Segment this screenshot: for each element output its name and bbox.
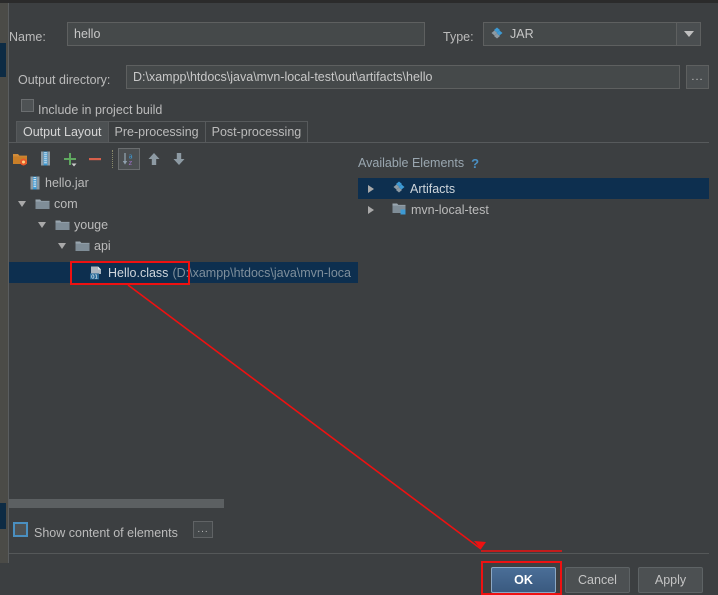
output-layout-toolbar: a z <box>9 145 355 172</box>
folder-icon <box>55 219 70 231</box>
available-elements-title: Available Elements <box>358 156 465 170</box>
toolbar-separator <box>112 149 113 168</box>
arrow-down-icon[interactable] <box>168 148 190 170</box>
chevron-down-icon <box>18 200 26 207</box>
chevron-down-icon <box>58 242 66 249</box>
tree-node-youge[interactable]: youge <box>9 214 358 235</box>
add-directory-icon[interactable] <box>9 148 31 170</box>
type-label-text: Type: <box>443 30 474 44</box>
chevron-right-icon <box>368 205 374 214</box>
include-in-project-build-label: Include in project build <box>38 99 258 121</box>
cancel-button[interactable]: Cancel <box>565 567 630 593</box>
available-elements-tree[interactable]: Artifacts mvn-local-test <box>358 172 709 492</box>
name-input[interactable]: hello <box>67 22 425 46</box>
tab-bottom-divider <box>9 142 709 143</box>
name-label: Name: <box>9 26 69 48</box>
chevron-right-icon <box>368 184 374 193</box>
tree-node-mvn-local-test[interactable]: mvn-local-test <box>358 199 709 220</box>
tree-twisty-collapsed[interactable] <box>364 205 378 214</box>
tree-twisty-collapsed[interactable] <box>364 184 378 193</box>
artifacts-icon <box>392 180 406 197</box>
tree-node-hello-class[interactable]: 01 Hello.class (D:\xampp\htdocs\java\mvn… <box>9 262 358 283</box>
include-in-project-build-checkbox[interactable] <box>21 99 34 112</box>
arrow-up-icon[interactable] <box>143 148 165 170</box>
help-icon[interactable]: ? <box>471 156 479 171</box>
tree-twisty-expanded[interactable] <box>35 221 49 228</box>
tab-pre-processing[interactable]: Pre-processing <box>107 121 206 142</box>
window-top-border <box>0 0 718 3</box>
class-icon: 01 <box>89 266 104 280</box>
apply-button[interactable]: Apply <box>638 567 703 593</box>
output-layout-tree[interactable]: hello.jar com youge api 01 Hello.class (… <box>9 172 358 492</box>
tree-node-label: com <box>54 196 78 211</box>
tree-node-api[interactable]: api <box>9 235 358 256</box>
artifact-configuration-dialog: Name: hello Type: JAR Output directory: … <box>0 0 718 595</box>
type-value: JAR <box>510 27 534 41</box>
ok-button[interactable]: OK <box>491 567 556 593</box>
footer-divider <box>9 553 709 554</box>
folder-icon <box>75 240 90 252</box>
name-label-text: Name: <box>9 30 46 44</box>
tree-node-hello-jar[interactable]: hello.jar <box>9 172 358 193</box>
tab-post-processing[interactable]: Post-processing <box>204 121 309 142</box>
plus-icon[interactable] <box>59 148 81 170</box>
output-directory-label-text: Output directory: <box>18 73 111 87</box>
window-left-gutter <box>0 3 8 563</box>
folder-icon <box>35 198 50 210</box>
show-content-of-elements-checkbox[interactable] <box>13 522 28 537</box>
svg-text:01: 01 <box>91 274 98 280</box>
browse-output-directory-button[interactable]: ... <box>686 65 709 89</box>
add-archive-icon[interactable] <box>34 148 56 170</box>
horizontal-scrollbar-thumb[interactable] <box>9 499 224 508</box>
show-content-options-button[interactable]: ... <box>193 521 213 538</box>
tree-twisty-expanded[interactable] <box>15 200 29 207</box>
tab-bar: Output Layout Pre-processing Post-proces… <box>16 121 309 142</box>
type-dropdown[interactable]: JAR <box>483 22 701 46</box>
tree-node-label: youge <box>74 217 109 232</box>
tab-output-layout[interactable]: Output Layout <box>16 121 109 142</box>
tree-node-label: hello.jar <box>45 175 89 190</box>
sort-alphabetically-icon[interactable]: a z <box>118 147 140 170</box>
tree-node-label: mvn-local-test <box>411 202 489 217</box>
artifact-jar-icon <box>490 26 504 43</box>
tree-node-label: api <box>94 238 111 253</box>
output-directory-label: Output directory: <box>18 69 128 91</box>
chevron-down-icon <box>683 31 694 37</box>
left-accent-marker-top <box>0 43 6 77</box>
module-icon <box>392 202 407 218</box>
available-elements-header: Available Elements ? <box>358 155 479 171</box>
tree-node-path: (D:\xampp\htdocs\java\mvn-loca <box>172 265 351 280</box>
type-dropdown-arrow[interactable] <box>676 23 700 45</box>
minus-icon[interactable] <box>84 148 106 170</box>
type-label: Type: <box>443 26 485 48</box>
tree-node-com[interactable]: com <box>9 193 358 214</box>
jar-icon <box>29 176 41 190</box>
include-in-project-build-label-text: Include in project build <box>38 103 163 117</box>
output-directory-input[interactable]: D:\xampp\htdocs\java\mvn-local-test\out\… <box>126 65 680 89</box>
tree-node-artifacts[interactable]: Artifacts <box>358 178 709 199</box>
chevron-down-icon <box>38 221 46 228</box>
tree-node-label: Artifacts <box>410 181 456 196</box>
tree-node-label: Hello.class <box>108 265 169 280</box>
left-accent-marker-bottom <box>0 503 6 529</box>
svg-text:z: z <box>129 159 133 167</box>
show-content-of-elements-label-text: Show content of elements <box>34 526 178 540</box>
tree-twisty-expanded[interactable] <box>55 242 69 249</box>
